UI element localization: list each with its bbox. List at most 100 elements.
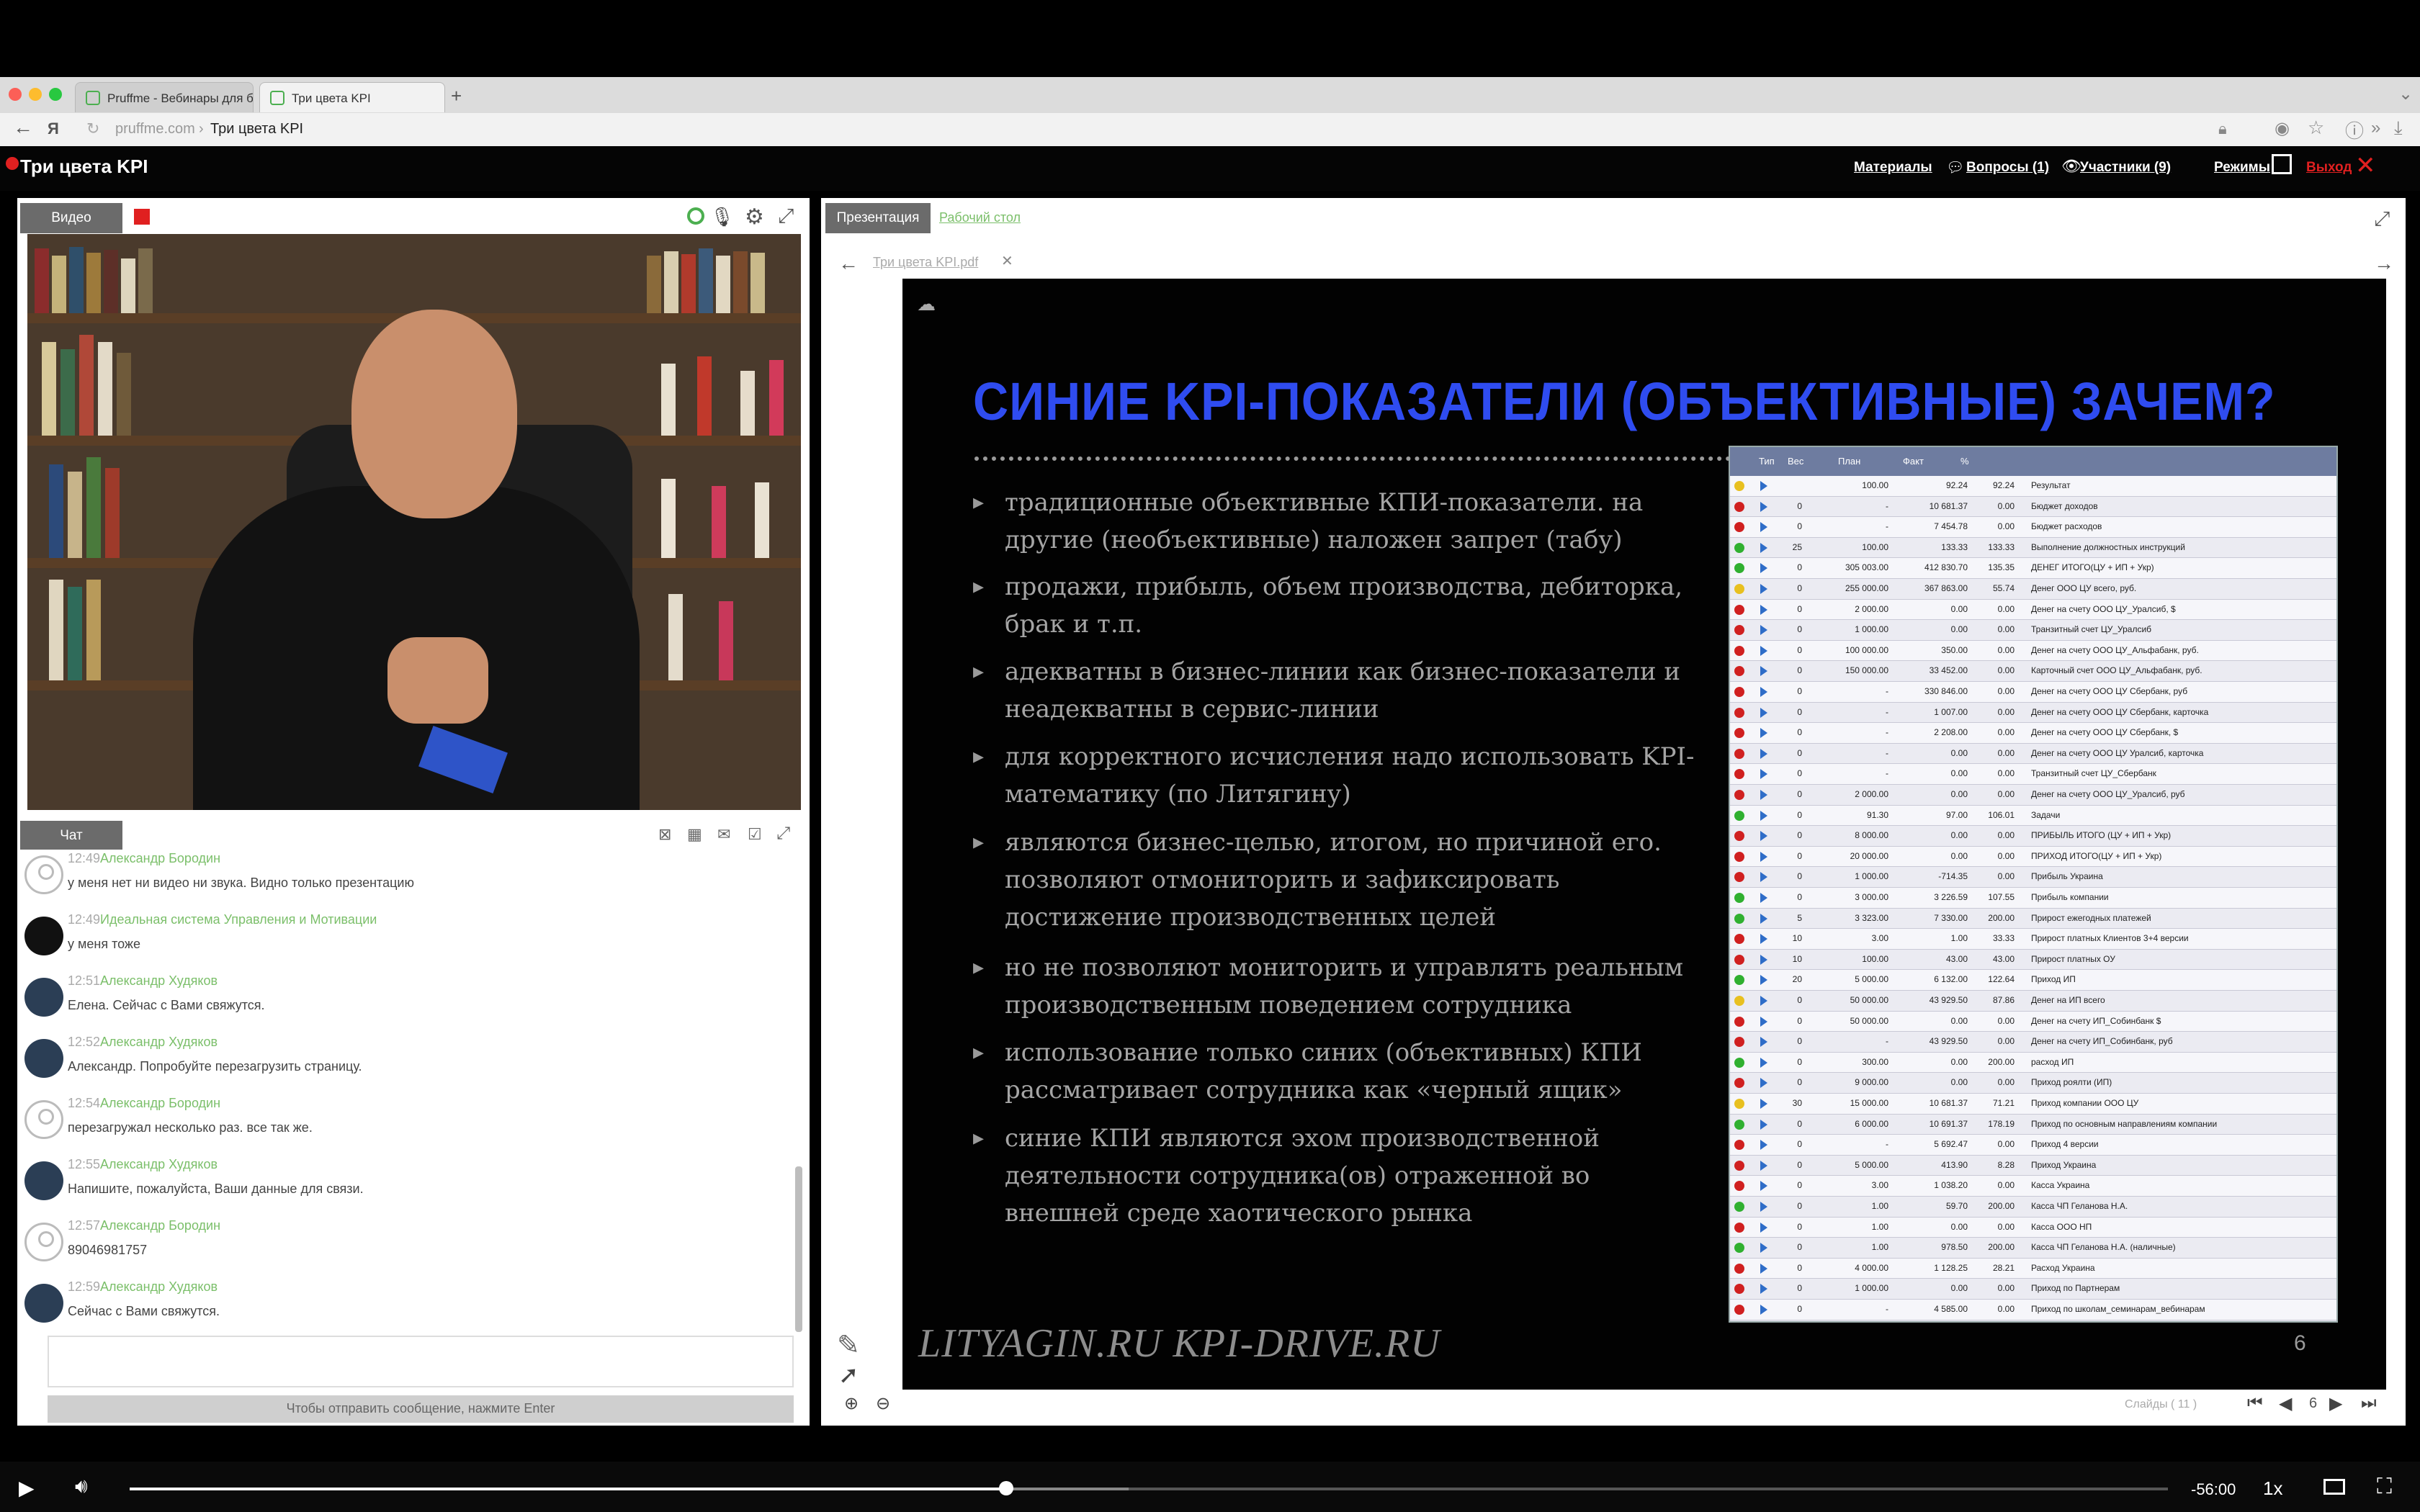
chat-scrollbar[interactable] (795, 1166, 802, 1332)
tab-overflow-icon[interactable]: ⌄ (2398, 84, 2413, 104)
message-text: 89046981757 (68, 1243, 148, 1257)
playback-speed[interactable]: 1x (2263, 1477, 2282, 1500)
message-author[interactable]: Александр Бородин (100, 1218, 220, 1233)
back-icon[interactable]: ← (13, 116, 33, 139)
avatar[interactable] (24, 978, 63, 1017)
kpi-cell-fact: 413.90 (1941, 1159, 1968, 1170)
chat-message-list[interactable]: 12:49Александр Бородин у меня нет ни виде… (20, 850, 799, 1325)
kpi-cell-name: Задачи (2031, 809, 2061, 820)
zoom-out-icon[interactable]: ⊖ (876, 1393, 890, 1414)
status-dot-icon (1734, 748, 1744, 759)
kpi-cell-fact: 330 846.00 (1924, 686, 1968, 696)
expand-chat-icon[interactable]: ⤢ (776, 824, 790, 844)
volume-icon[interactable]: 🔊︎ (75, 1475, 88, 1498)
avatar[interactable] (24, 1100, 63, 1139)
picture-in-picture-icon[interactable] (2323, 1479, 2345, 1495)
exit-link[interactable]: Выход (2306, 160, 2352, 176)
kpi-cell-w: 0 (1797, 747, 1802, 758)
kpi-row: 0 1 000.00 0.00 0.00 Приход по Партнерам (1730, 1279, 2336, 1300)
close-icon[interactable]: ✕ (2355, 151, 2376, 180)
expand-icon[interactable]: ⤢ (778, 204, 794, 228)
forward-arrow-icon[interactable]: → (2374, 252, 2394, 275)
gear-icon[interactable]: ⚙ (745, 204, 764, 230)
materials-link[interactable]: Материалы (1854, 160, 1932, 176)
maximize-window-button[interactable] (49, 88, 62, 101)
kpi-cell-w: 0 (1797, 768, 1802, 779)
message-author[interactable]: Александр Худяков (100, 973, 218, 988)
message-author[interactable]: Идеальная система Управления и Мотивации (100, 912, 377, 927)
message-author[interactable]: Александр Худяков (100, 1157, 218, 1171)
message-author[interactable]: Александр Бородин (100, 1096, 220, 1110)
camera-status-icon[interactable] (687, 207, 704, 225)
new-tab-icon[interactable]: + (451, 85, 462, 107)
avatar[interactable] (24, 1284, 63, 1323)
kpi-cell-fact: 0.00 (1950, 789, 1968, 799)
minimize-window-button[interactable] (29, 88, 42, 101)
first-slide-icon[interactable]: ⏮ (2247, 1393, 2263, 1413)
prev-slide-icon[interactable]: ◀ (2279, 1393, 2292, 1414)
message-author[interactable]: Александр Худяков (100, 1279, 218, 1294)
status-dot-icon (1734, 728, 1744, 739)
back-arrow-icon[interactable]: ← (838, 252, 859, 275)
zoom-in-icon[interactable]: ⊕ (844, 1393, 859, 1414)
video-player-bar (0, 1462, 2420, 1512)
shield-icon[interactable]: ◉ (2275, 118, 2290, 139)
tab-desktop[interactable]: Рабочий стол (939, 210, 1021, 225)
avatar[interactable] (24, 855, 63, 894)
file-tab[interactable]: Три цвета KPI.pdf (873, 255, 978, 270)
play-icon[interactable]: ▶ (19, 1476, 35, 1500)
participants-link[interactable]: Участники (9) (2080, 160, 2171, 176)
yandex-icon[interactable]: Я (48, 120, 59, 138)
bookmark-star-icon[interactable]: ☆ (2308, 117, 2324, 139)
next-slide-icon[interactable]: ▶ (2329, 1393, 2342, 1414)
message-author[interactable]: Александр Бородин (100, 851, 220, 865)
fullscreen-presentation-icon[interactable]: ⤢ (2374, 207, 2390, 231)
info-icon[interactable]: ⓘ (2345, 117, 2364, 143)
progress-knob[interactable] (998, 1481, 1013, 1495)
avatar[interactable] (24, 1223, 63, 1261)
kpi-cell-fact: 350.00 (1941, 644, 1968, 655)
pen-tool-icon[interactable]: ✎ (837, 1329, 860, 1362)
record-icon[interactable] (134, 209, 150, 225)
kpi-cell-plan: 9 000.00 (1855, 1077, 1888, 1088)
kpi-cell-w: 0 (1797, 1036, 1802, 1047)
lock-icon[interactable]: 🔒︎ (2218, 120, 2227, 138)
close-window-button[interactable] (9, 88, 22, 101)
kpi-cell-pct: 0.00 (1997, 644, 2015, 655)
url-text[interactable]: pruffme.com (115, 121, 195, 138)
kpi-cell-pct: 0.00 (1997, 1077, 2015, 1088)
close-file-icon[interactable]: ✕ (1001, 252, 1013, 270)
avatar[interactable] (24, 917, 63, 955)
check-icon[interactable]: ☑ (748, 825, 762, 844)
export-excel-icon[interactable]: ▦ (687, 825, 702, 844)
avatar[interactable] (24, 1161, 63, 1200)
clear-chat-icon[interactable]: ⊠ (658, 825, 671, 844)
slide-bullet: адекватны в бизнес-линии как бизнес-пока… (973, 653, 1695, 728)
chat-message-input[interactable] (48, 1336, 794, 1387)
avatar[interactable] (24, 1039, 63, 1078)
reload-icon[interactable]: ↻ (86, 120, 99, 138)
message-author[interactable]: Александр Худяков (100, 1035, 218, 1049)
browser-tab-pruffme[interactable]: Pruffme - Вебинары для б... (75, 82, 254, 112)
status-dot-icon (1734, 913, 1744, 924)
chat-message: 12:52Александр Худяков Александр. Попробу… (20, 1033, 776, 1094)
kpi-cell-name: Прибыль компании (2031, 892, 2109, 902)
microphone-icon[interactable]: 🎙︎ (710, 206, 734, 228)
browser-tab-kpi[interactable]: Три цвета KPI (259, 82, 445, 112)
questions-link[interactable]: Вопросы (1) (1966, 160, 2049, 176)
download-icon[interactable]: ⤓ (2394, 117, 2403, 140)
kpi-cell-w: 0 (1797, 892, 1802, 902)
kpi-row: 0 5 000.00 413.90 8.28 Приход Украина (1730, 1156, 2336, 1176)
more-icon[interactable]: » (2371, 118, 2380, 138)
status-dot-icon (1734, 1078, 1744, 1089)
fullscreen-icon[interactable]: ⛶ (2377, 1475, 2392, 1499)
modes-link[interactable]: Режимы (2214, 160, 2270, 176)
video-stream[interactable] (27, 234, 801, 810)
tab-presentation[interactable]: Презентация (825, 203, 931, 233)
last-slide-icon[interactable]: ⏭ (2361, 1393, 2377, 1413)
layout-icon[interactable] (2272, 154, 2292, 174)
mail-icon[interactable]: ✉ (717, 825, 730, 844)
pointer-tool-icon[interactable]: ➚ (838, 1361, 859, 1390)
tab-chat[interactable]: Чат (20, 821, 122, 850)
tab-video[interactable]: Видео (20, 203, 122, 233)
